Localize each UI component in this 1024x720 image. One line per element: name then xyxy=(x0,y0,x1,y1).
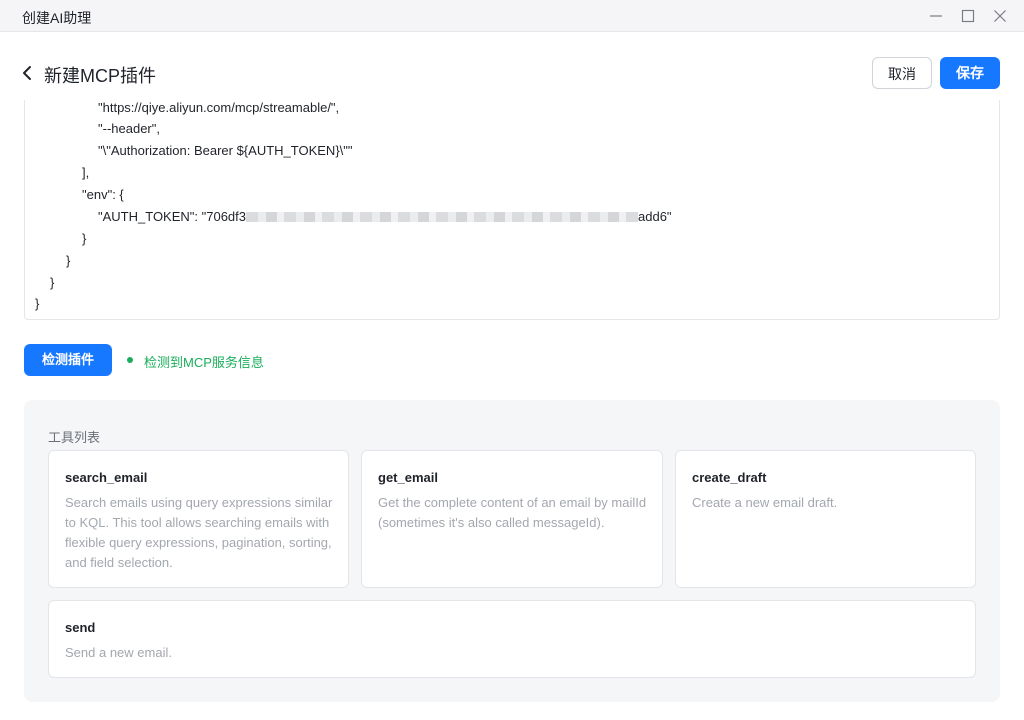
cancel-button[interactable]: 取消 xyxy=(872,57,932,89)
code-line: "\"Authorization: Bearer ${AUTH_TOKEN}\"… xyxy=(98,143,353,158)
token-suffix: add6" xyxy=(638,209,672,224)
code-line: "--header", xyxy=(98,121,160,136)
window-title: 创建AI助理 xyxy=(22,10,92,26)
minimize-icon xyxy=(930,15,942,17)
code-line: ], xyxy=(82,165,90,180)
tool-name: search_email xyxy=(65,470,148,485)
tool-description: Search emails using query expressions si… xyxy=(65,495,333,570)
code-line: } xyxy=(66,253,71,268)
tool-card-get-email[interactable]: get_email Get the complete content of an… xyxy=(361,450,663,588)
tool-name: get_email xyxy=(378,470,438,485)
chevron-left-icon xyxy=(23,66,31,80)
tool-description: Get the complete content of an email by … xyxy=(378,495,647,530)
minimize-button[interactable] xyxy=(923,4,949,28)
code-line: } xyxy=(82,231,87,246)
tool-description: Send a new email. xyxy=(65,645,172,660)
close-button[interactable] xyxy=(987,4,1013,28)
tool-name: create_draft xyxy=(692,470,767,485)
maximize-button[interactable] xyxy=(955,4,981,28)
redacted-token xyxy=(246,211,638,222)
close-icon xyxy=(994,10,1006,22)
tool-card-create-draft[interactable]: create_draft Create a new email draft. xyxy=(675,450,976,588)
code-line: } xyxy=(50,275,55,290)
status-dot xyxy=(127,357,133,363)
tool-card-send[interactable]: send Send a new email. xyxy=(48,600,976,678)
code-line: "https://qiye.aliyun.com/mcp/streamable/… xyxy=(98,100,340,115)
tool-card-search-email[interactable]: search_email Search emails using query e… xyxy=(48,450,349,588)
tool-description: Create a new email draft. xyxy=(692,495,838,510)
page-header: 新建MCP插件 取消 保存 xyxy=(0,32,1024,102)
maximize-icon xyxy=(961,9,975,23)
window-titlebar: 创建AI助理 xyxy=(0,0,1024,32)
code-line: "env": { xyxy=(82,187,124,202)
code-line: } xyxy=(35,296,40,311)
detect-plugin-button[interactable]: 检测插件 xyxy=(24,344,112,376)
code-line: "AUTH_TOKEN": "706df3 add6" xyxy=(98,209,672,224)
tools-label: 工具列表 xyxy=(48,430,101,445)
token-prefix: "AUTH_TOKEN": "706df3 xyxy=(98,209,246,224)
back-button[interactable] xyxy=(20,64,36,82)
tools-panel: 工具列表 search_email Search emails using qu… xyxy=(24,400,1000,702)
detect-status-text: 检测到MCP服务信息 xyxy=(144,355,264,370)
save-button[interactable]: 保存 xyxy=(940,57,1000,89)
page-title: 新建MCP插件 xyxy=(44,66,156,86)
tool-name: send xyxy=(65,620,96,635)
config-code-editor[interactable]: "https://qiye.aliyun.com/mcp/streamable/… xyxy=(24,100,1000,320)
